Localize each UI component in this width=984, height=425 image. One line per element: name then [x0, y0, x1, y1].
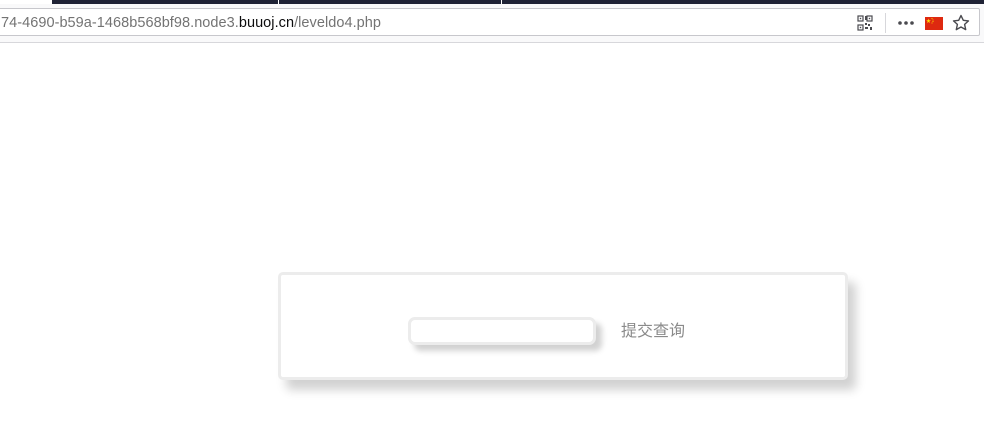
url-prefix: 74-4690-b59a-1468b568bf98.node3. [1, 15, 239, 31]
bookmark-star-icon[interactable] [951, 13, 971, 33]
query-form: 提交查询 [278, 272, 848, 380]
address-text[interactable]: 74-4690-b59a-1468b568bf98.node3.buuoj.cn… [1, 14, 381, 32]
url-domain: buuoj.cn [238, 15, 295, 31]
url-path: /leveldo4.php [294, 15, 381, 31]
toolbar-separator [885, 13, 886, 33]
more-options-icon[interactable] [896, 13, 916, 33]
navigation-toolbar: 74-4690-b59a-1468b568bf98.node3.buuoj.cn… [0, 4, 984, 43]
query-input[interactable] [408, 317, 596, 345]
address-bar[interactable]: 74-4690-b59a-1468b568bf98.node3.buuoj.cn… [0, 8, 980, 36]
china-flag-icon[interactable] [924, 13, 944, 33]
qr-code-icon[interactable] [855, 13, 875, 33]
submit-query-button[interactable]: 提交查询 [619, 319, 687, 343]
